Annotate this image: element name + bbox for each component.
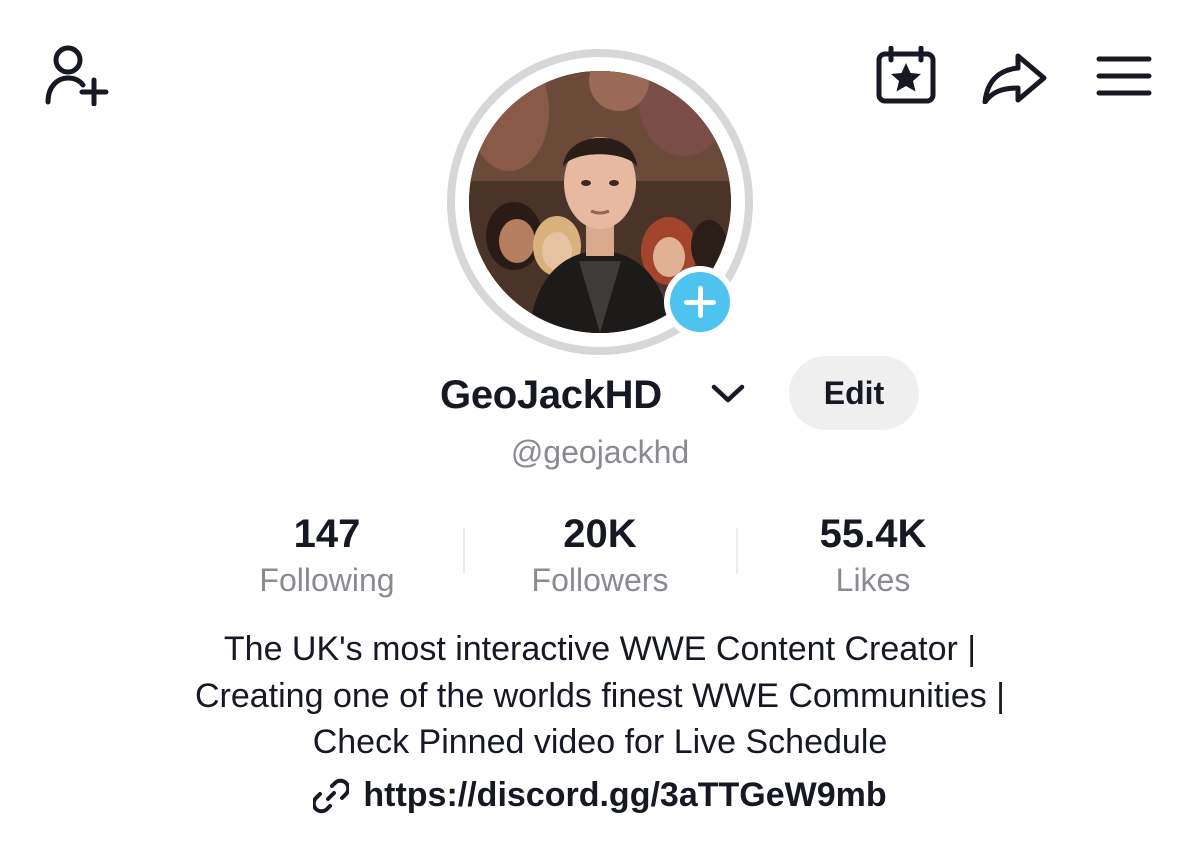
- chevron-down-icon: [711, 384, 745, 403]
- share-button[interactable]: [982, 52, 1048, 104]
- likes-count: 55.4K: [819, 512, 927, 556]
- display-name: GeoJackHD: [440, 373, 662, 417]
- add-avatar-button[interactable]: [664, 266, 736, 338]
- bio-link-text[interactable]: https://discord.gg/3aTTGeW9mb: [363, 772, 886, 818]
- plus-icon: [670, 272, 730, 332]
- following-label: Following: [259, 562, 395, 598]
- account-switch-button[interactable]: [710, 380, 746, 413]
- calendar-star-icon: [876, 46, 936, 104]
- bio-line: The UK's most interactive WWE Content Cr…: [223, 630, 977, 668]
- bio-line: Creating one of the worlds finest WWE Co…: [194, 676, 1006, 715]
- bio-line: Check Pinned video for Live Schedule: [312, 723, 888, 761]
- hamburger-menu-icon: [1096, 56, 1152, 96]
- stat-followers[interactable]: 20K Followers: [490, 508, 710, 600]
- calendar-button[interactable]: [876, 46, 936, 104]
- link-icon: [313, 778, 350, 814]
- following-count: 147: [293, 512, 361, 556]
- bio: The UK's most interactive WWE Content Cr…: [0, 626, 1200, 766]
- followers-count: 20K: [563, 512, 637, 556]
- username-handle: @geojackhd: [510, 434, 690, 470]
- stat-divider: [463, 528, 465, 574]
- edit-profile-button[interactable]: Edit: [789, 356, 919, 430]
- menu-button[interactable]: [1096, 54, 1152, 98]
- stat-likes[interactable]: 55.4K Likes: [763, 508, 983, 600]
- add-friend-button[interactable]: [44, 44, 110, 106]
- bio-link[interactable]: https://discord.gg/3aTTGeW9mb: [0, 772, 1200, 818]
- share-arrow-icon: [982, 53, 1047, 104]
- stat-divider: [736, 528, 738, 574]
- followers-label: Followers: [531, 562, 669, 598]
- person-plus-icon: [45, 45, 109, 106]
- stat-following[interactable]: 147 Following: [217, 508, 437, 600]
- likes-label: Likes: [835, 562, 911, 598]
